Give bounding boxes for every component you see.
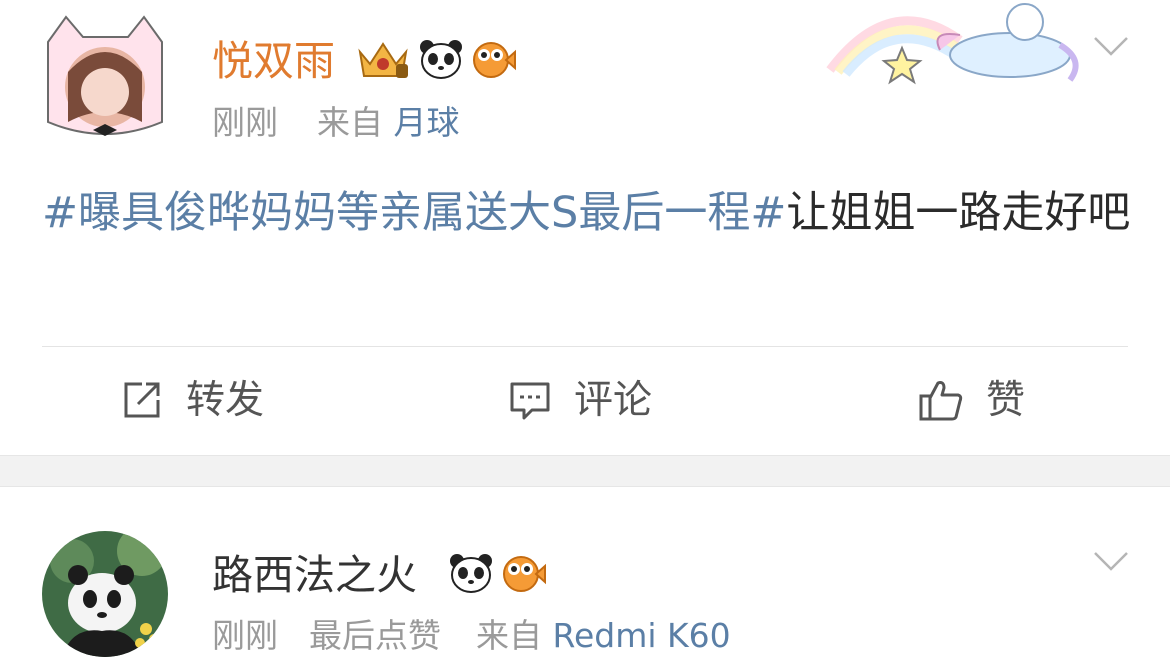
post-meta: 刚刚 最后点赞 来自 Redmi K60 — [212, 619, 731, 652]
post-source[interactable]: 月球 — [394, 103, 460, 142]
chevron-down-icon[interactable] — [1092, 549, 1130, 573]
feed-separator — [0, 455, 1170, 487]
crown-badge-icon[interactable] — [354, 38, 412, 82]
repost-button[interactable]: 转发 — [120, 372, 264, 428]
panda-icon[interactable] — [418, 38, 464, 80]
avatar[interactable] — [38, 12, 172, 146]
post-text: 让姐姐一路走好吧 — [786, 188, 1131, 238]
post-card[interactable]: 悦双雨 刚刚 来自 月球 #曝具俊晔妈妈等亲属送大S最后一程#让姐姐一路走好吧 — [0, 0, 1170, 455]
post-meta: 刚刚 来自 月球 — [212, 106, 460, 139]
like-label: 赞 — [986, 377, 1026, 423]
topic-link[interactable]: #曝具俊晔妈妈等亲属送大S最后一程# — [42, 188, 786, 238]
repost-icon — [124, 382, 160, 418]
avatar[interactable] — [42, 531, 168, 657]
username[interactable]: 悦双雨 — [212, 41, 335, 82]
comment-label: 评论 — [574, 377, 653, 423]
repost-label: 转发 — [186, 377, 265, 423]
panda-icon[interactable] — [448, 552, 494, 594]
comment-icon — [510, 382, 550, 420]
comment-button[interactable]: 评论 — [508, 372, 652, 428]
post-content: #曝具俊晔妈妈等亲属送大S最后一程#让姐姐一路走好吧 — [42, 180, 1132, 246]
unicorn-rainbow-decoration — [826, 3, 1079, 85]
post-source[interactable]: Redmi K60 — [553, 616, 731, 655]
divider — [42, 346, 1128, 347]
source-prefix: 来自 — [476, 616, 542, 655]
post-card[interactable]: 路西法之火 刚刚 最后点赞 来自 Redmi K60 — [0, 487, 1170, 658]
source-prefix: 来自 — [317, 103, 383, 142]
pufferfish-icon[interactable] — [470, 38, 516, 80]
thumbs-up-icon — [919, 381, 963, 421]
pufferfish-icon[interactable] — [500, 552, 546, 594]
avatar-image — [38, 12, 172, 146]
chevron-down-icon[interactable] — [1092, 34, 1130, 58]
username[interactable]: 路西法之火 — [212, 555, 417, 596]
like-button[interactable]: 赞 — [918, 372, 1025, 428]
post-activity: 最后点赞 — [309, 616, 441, 655]
post-time: 刚刚 — [212, 103, 278, 142]
post-time: 刚刚 — [212, 616, 278, 655]
avatar-image — [42, 531, 168, 657]
